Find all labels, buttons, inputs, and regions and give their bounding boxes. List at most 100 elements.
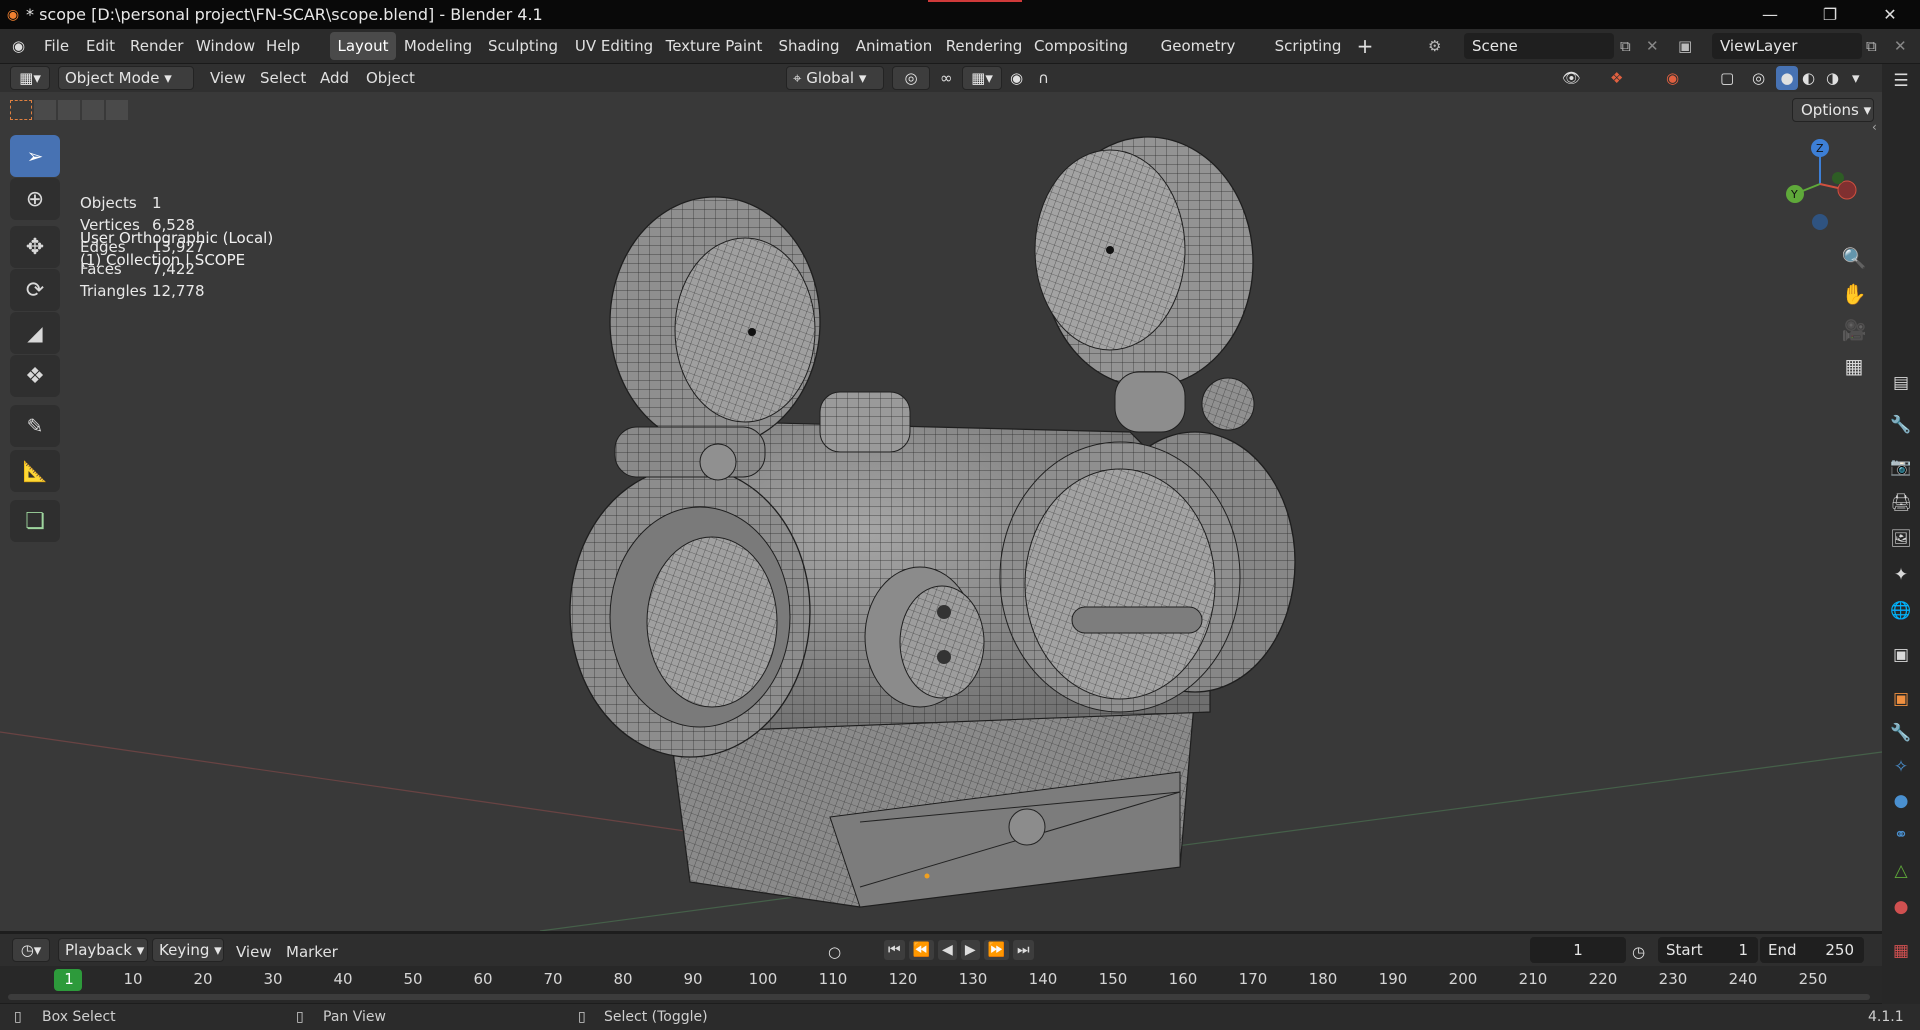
menu-edit[interactable]: Edit — [86, 35, 115, 57]
remove-view-layer-icon[interactable]: ✕ — [1894, 35, 1907, 57]
ortho-grid-icon[interactable]: ▦ — [1836, 348, 1872, 384]
tab-geometry-nodes[interactable]: Geometry Nodes — [1136, 32, 1260, 83]
shading-options-icon[interactable]: ▾ — [1852, 66, 1860, 90]
select-new-icon[interactable] — [10, 100, 32, 120]
tool-select-box[interactable]: ➢ — [10, 135, 60, 177]
tool-transform[interactable]: ❖ — [10, 355, 60, 397]
pan-hand-icon[interactable]: ✋ — [1836, 276, 1872, 312]
playback-dropdown[interactable]: Playback ▾ — [58, 938, 148, 962]
timeline-menu-marker[interactable]: Marker — [286, 940, 338, 964]
new-scene-icon[interactable]: ⧉ — [1620, 35, 1631, 57]
tab-texture-paint[interactable]: Texture Paint — [664, 32, 764, 60]
menu-file[interactable]: File — [44, 35, 69, 57]
menu-view[interactable]: View — [210, 66, 246, 90]
constraints-properties-icon[interactable]: ⚭ — [1882, 820, 1920, 850]
start-frame-field[interactable]: Start 1 — [1658, 937, 1758, 963]
select-extend-icon[interactable] — [34, 100, 56, 120]
keying-dropdown[interactable]: Keying ▾ — [152, 938, 224, 962]
end-frame-field[interactable]: End 250 — [1760, 937, 1864, 963]
view-layer-icon[interactable]: ▣ — [1678, 35, 1692, 57]
tab-layout[interactable]: Layout — [330, 32, 396, 60]
material-shading-icon[interactable]: ◐ — [1802, 66, 1815, 90]
remove-scene-icon[interactable]: ✕ — [1646, 35, 1659, 57]
scene-selector-icon[interactable]: ⚙ — [1428, 35, 1441, 57]
3d-viewport[interactable]: User Orthographic (Local) (1) Collection… — [0, 92, 1882, 931]
physics-properties-icon[interactable]: ● — [1882, 786, 1920, 816]
timeline-editor-type-dropdown[interactable]: ◷▾ — [12, 938, 50, 962]
panel-toggle-icon[interactable]: ▤ — [1882, 368, 1920, 398]
menu-object[interactable]: Object — [366, 66, 415, 90]
select-intersect-icon[interactable] — [106, 100, 128, 120]
menu-help[interactable]: Help — [266, 35, 300, 57]
current-frame-field[interactable]: 1 — [1530, 937, 1626, 963]
snap-target-dropdown[interactable]: ▦▾ — [962, 66, 1002, 90]
snap-icon[interactable]: ∞ — [940, 66, 953, 90]
texture-properties-icon[interactable]: ▦ — [1882, 936, 1920, 966]
auto-keying-icon[interactable]: ○ — [828, 940, 841, 964]
rendered-shading-icon[interactable]: ◑ — [1826, 66, 1839, 90]
tab-modeling[interactable]: Modeling — [400, 32, 476, 60]
tab-compositing[interactable]: Compositing — [1032, 32, 1130, 60]
visibility-icon[interactable]: 👁 — [1562, 66, 1581, 90]
jump-end-icon[interactable]: ⏭ — [1013, 940, 1034, 960]
menu-add[interactable]: Add — [320, 66, 349, 90]
tool-move[interactable]: ✥ — [10, 226, 60, 268]
tool-measure[interactable]: 📐 — [10, 450, 60, 492]
tab-rendering[interactable]: Rendering — [942, 32, 1026, 60]
tab-uv-editing[interactable]: UV Editing — [570, 32, 658, 60]
menu-select[interactable]: Select — [260, 66, 306, 90]
tool-rotate[interactable]: ⟳ — [10, 269, 60, 311]
modifier-properties-icon[interactable]: 🔧 — [1882, 718, 1920, 748]
camera-view-icon[interactable]: 🎥 — [1836, 312, 1872, 348]
select-invert-icon[interactable] — [82, 100, 104, 120]
add-workspace-icon[interactable]: + — [1352, 32, 1378, 60]
editor-type-dropdown[interactable]: ▦▾ — [10, 66, 50, 90]
tab-scripting[interactable]: Scripting — [1266, 32, 1350, 60]
outliner-toggle-icon[interactable]: ☰ — [1882, 66, 1920, 96]
collection-properties-icon[interactable]: ▣ — [1882, 640, 1920, 670]
proportional-edit-icon[interactable]: ◉ — [1010, 66, 1023, 90]
timeline-frames[interactable]: 1 10 20 30 40 50 60 70 80 90 100 110 120… — [0, 966, 1882, 1003]
restore-icon[interactable]: ❐ — [1800, 0, 1860, 29]
overlay-toggle-icon[interactable]: ◉ — [1666, 66, 1679, 90]
tab-sculpting[interactable]: Sculpting — [482, 32, 564, 60]
minimize-icon[interactable]: — — [1740, 0, 1800, 29]
wireframe-shading-icon[interactable]: ◎ — [1752, 66, 1765, 90]
scene-field[interactable]: Scene — [1464, 33, 1614, 59]
tool-annotate[interactable]: ✎ — [10, 405, 60, 447]
menu-render[interactable]: Render — [130, 35, 183, 57]
menu-window[interactable]: Window — [196, 35, 255, 57]
timeline-scrollbar[interactable] — [8, 994, 1870, 1000]
data-properties-icon[interactable]: △ — [1882, 856, 1920, 886]
play-icon[interactable]: ▶ — [960, 940, 980, 960]
preview-range-icon[interactable]: ◷ — [1632, 940, 1645, 964]
xray-icon[interactable]: ▢ — [1720, 66, 1734, 90]
prev-keyframe-icon[interactable]: ⏪ — [908, 940, 935, 960]
mode-dropdown[interactable]: Object Mode ▾ — [58, 66, 194, 90]
output-properties-icon[interactable]: 🖨 — [1882, 488, 1920, 518]
close-icon[interactable]: ✕ — [1860, 0, 1920, 29]
render-properties-icon[interactable]: 📷 — [1882, 452, 1920, 482]
tool-add-cube[interactable]: ❏ — [10, 500, 60, 542]
view-layer-properties-icon[interactable]: 🖼 — [1882, 524, 1920, 554]
navigation-gizmo[interactable]: Z Y — [1775, 132, 1865, 242]
material-properties-icon[interactable]: ● — [1882, 892, 1920, 922]
falloff-icon[interactable]: ∩ — [1038, 66, 1049, 90]
zoom-icon[interactable]: 🔍 — [1836, 240, 1872, 276]
scene-properties-icon[interactable]: ✦ — [1882, 560, 1920, 590]
orientation-dropdown[interactable]: ⌖ Global ▾ — [786, 66, 884, 90]
tool-cursor[interactable]: ⊕ — [10, 178, 60, 220]
object-properties-icon[interactable]: ▣ — [1882, 684, 1920, 714]
pivot-dropdown[interactable]: ◎ — [892, 66, 930, 90]
sidebar-toggle-icon[interactable]: ‹ — [1872, 120, 1877, 134]
tool-properties-icon[interactable]: 🔧 — [1882, 410, 1920, 440]
tab-animation[interactable]: Animation — [852, 32, 936, 60]
jump-start-icon[interactable]: ⏮ — [884, 940, 905, 960]
new-view-layer-icon[interactable]: ⧉ — [1866, 35, 1877, 57]
particles-properties-icon[interactable]: ✧ — [1882, 752, 1920, 782]
view-layer-field[interactable]: ViewLayer — [1712, 33, 1862, 59]
timeline-menu-view[interactable]: View — [236, 940, 272, 964]
tab-shading[interactable]: Shading — [772, 32, 846, 60]
next-keyframe-icon[interactable]: ⏩ — [983, 940, 1010, 960]
world-properties-icon[interactable]: 🌐 — [1882, 596, 1920, 626]
